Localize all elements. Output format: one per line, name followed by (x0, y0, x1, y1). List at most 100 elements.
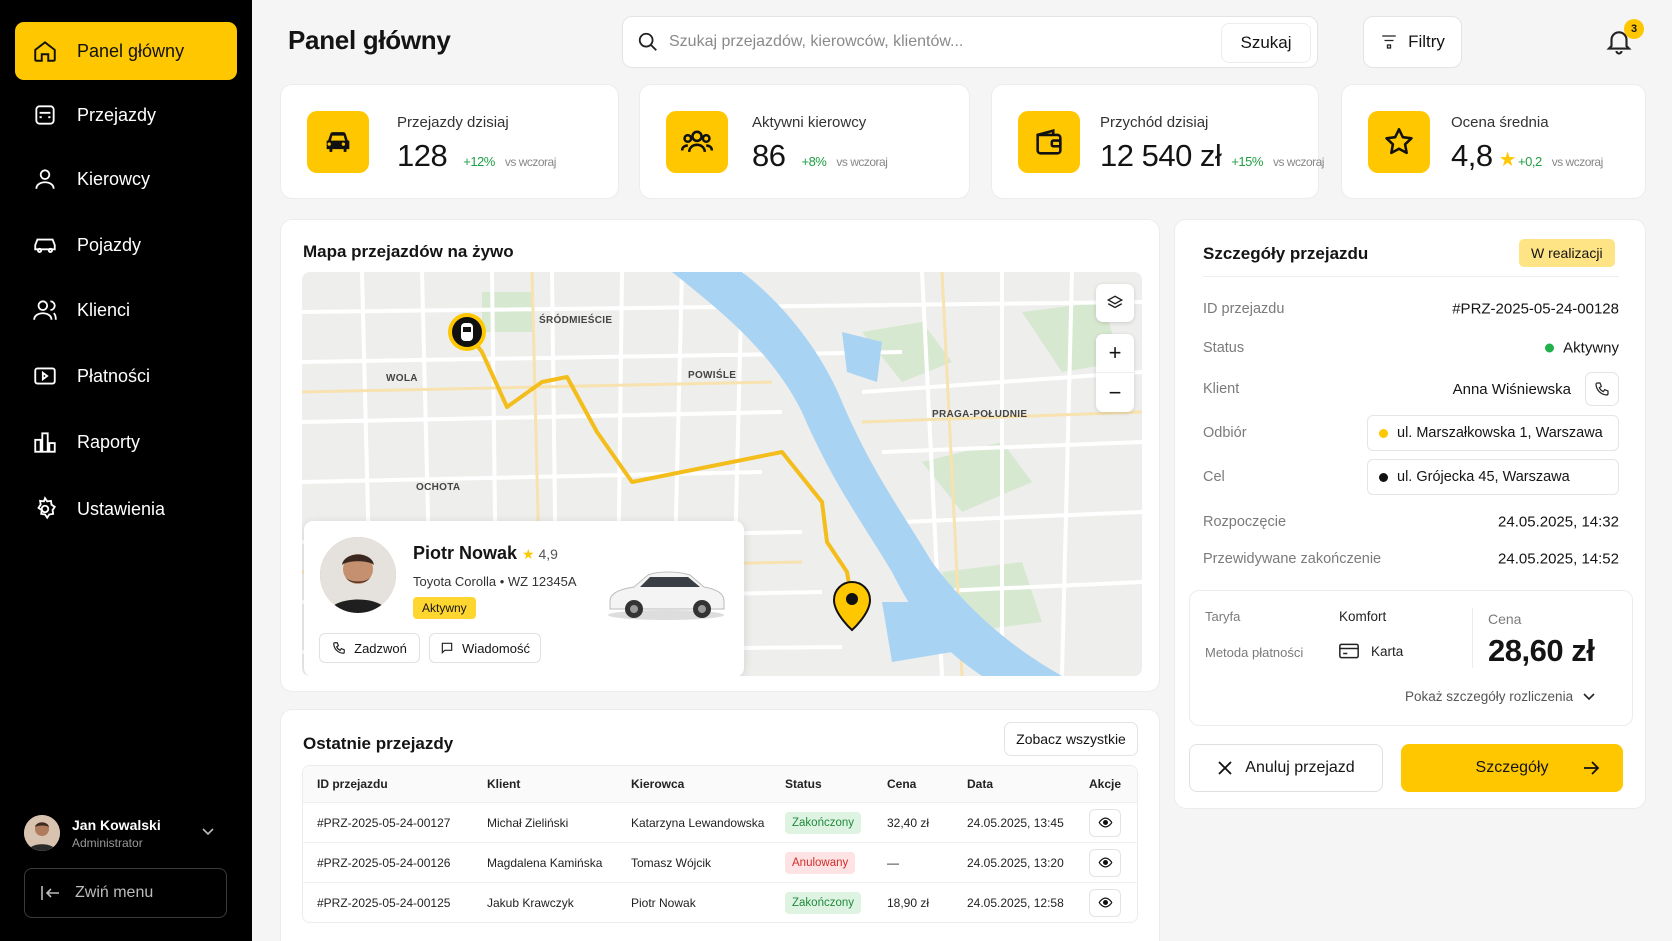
message-label: Wiadomość (462, 640, 530, 656)
cancel-ride-button[interactable]: Anuluj przejazd (1189, 744, 1383, 792)
car-image (608, 571, 725, 620)
phone-icon (1595, 382, 1609, 396)
sidebar-item-reports[interactable]: Raporty (15, 413, 237, 471)
pickup-dot (1379, 428, 1388, 438)
status-dot (1545, 343, 1555, 353)
status-badge: W realizacji (1519, 239, 1615, 267)
view-ride-button[interactable] (1089, 848, 1121, 877)
detail-label: Status (1203, 340, 1245, 356)
search-button[interactable]: Szukaj (1221, 23, 1311, 63)
pickup-address: ul. Marszałkowska 1, Warszawa (1367, 415, 1619, 451)
see-all-button[interactable]: Zobacz wszystkie (1004, 722, 1138, 756)
search-input[interactable] (669, 33, 1209, 51)
ride-id: #PRZ-2025-05-24-00126 (317, 855, 451, 870)
sidebar-item-payments[interactable]: Płatności (15, 347, 237, 405)
col-header: Kierowca (631, 777, 685, 791)
sidebar-item-clients[interactable]: Klienci (15, 281, 237, 339)
map-zoom-controls: + − (1096, 334, 1134, 412)
clients-icon (31, 296, 59, 324)
cancel-label: Anuluj przejazd (1245, 759, 1355, 776)
payments-icon (31, 362, 59, 390)
driver-name: Piotr Nowak (413, 543, 518, 563)
kpi-card-revenue: Przychód dzisiaj 12 540 zł +15% vs wczor… (991, 84, 1324, 199)
message-driver-button[interactable]: Wiadomość (429, 633, 541, 663)
payment-value: Karta (1339, 643, 1403, 659)
filters-label: Filtry (1408, 32, 1445, 51)
sidebar-item-settings[interactable]: Ustawienia (15, 480, 237, 538)
client-name: Anna Wiśniewska (1452, 380, 1571, 398)
sidebar: Panel główny Przejazdy Kierowcy Pojazdy … (0, 0, 252, 941)
kpi-delta: +15% (1231, 154, 1263, 169)
details-label: Szczegóły (1475, 759, 1549, 776)
kpi-value-row: 86 +8% vs wczoraj (752, 138, 888, 174)
map-title: Mapa przejazdów na żywo (303, 242, 514, 261)
sidebar-item-rides[interactable]: Przejazdy (15, 86, 237, 144)
layers-icon (1106, 295, 1124, 309)
detail-label: Cel (1203, 469, 1225, 485)
driver-car: Toyota Corolla • WZ 12345A (413, 574, 577, 589)
detail-row-destination: Cel ul. Grójecka 45, Warszawa (1203, 459, 1619, 495)
table-header: ID przejazdu Klient Kierowca Status Cena… (303, 766, 1137, 802)
details-button[interactable]: Szczegóły (1401, 744, 1623, 792)
card-icon (1339, 643, 1359, 659)
kpi-value-row: 128 +12% vs wczoraj (397, 138, 556, 174)
price-value: 28,60 zł (1488, 633, 1595, 668)
tariff-label: Taryfa (1205, 609, 1241, 624)
zoom-in-button[interactable]: + (1096, 334, 1134, 373)
kpi-value: 86 (752, 138, 786, 173)
detail-value: 24.05.2025, 14:32 (1498, 513, 1619, 531)
user-name: Jan Kowalski (72, 816, 161, 833)
ride-client: Michał Zieliński (487, 815, 569, 830)
detail-label: ID przejazdu (1203, 301, 1285, 317)
detail-label: Odbiór (1203, 425, 1247, 441)
sidebar-item-label: Panel główny (77, 40, 185, 61)
table-row[interactable]: #PRZ-2025-05-24-00126 Magdalena Kamińska… (303, 842, 1137, 882)
notifications-badge: 3 (1624, 19, 1644, 39)
avatar (24, 815, 60, 851)
ride-client: Magdalena Kamińska (487, 855, 603, 870)
view-ride-button[interactable] (1089, 808, 1121, 837)
detail-row-start: Rozpoczęcie 24.05.2025, 14:32 (1203, 504, 1619, 540)
arrow-right-icon (1584, 761, 1600, 775)
sidebar-item-label: Raporty (77, 431, 141, 452)
price-label: Cena (1488, 611, 1522, 627)
call-driver-button[interactable]: Zadzwoń (319, 633, 420, 663)
detail-row-status: Status Aktywny (1203, 330, 1619, 366)
call-client-button[interactable] (1585, 372, 1619, 406)
table-row[interactable]: #PRZ-2025-05-24-00125 Jakub Krawczyk Pio… (303, 882, 1137, 922)
view-ride-button[interactable] (1089, 888, 1121, 917)
zoom-out-button[interactable]: − (1096, 373, 1134, 412)
tariff-value: Komfort (1339, 609, 1387, 624)
kpi-value: 4,8 (1451, 138, 1493, 173)
driver-status-badge: Aktywny (413, 597, 476, 619)
details-title: Szczegóły przejazdu (1203, 244, 1369, 263)
driver-card: Piotr Nowak ★ 4,9 Toyota Corolla • WZ 12… (304, 521, 744, 676)
live-map[interactable]: ŚRÓDMIEŚCIE WOLA POWIŚLE PRAGA-POŁUDNIE … (302, 272, 1142, 676)
detail-label: Klient (1203, 381, 1240, 397)
show-breakdown-link[interactable]: Pokaż szczegóły rozliczenia (1405, 689, 1595, 704)
rides-table: ID przejazdu Klient Kierowca Status Cena… (302, 765, 1138, 923)
col-header: Akcje (1089, 777, 1122, 791)
star-icon (1368, 111, 1430, 173)
gear-icon (31, 495, 59, 523)
collapse-menu-button[interactable]: Zwiń menu (24, 868, 227, 918)
detail-label: Rozpoczęcie (1203, 514, 1287, 530)
recent-rides-card: Ostatnie przejazdy Zobacz wszystkie ID p… (280, 709, 1160, 941)
kpi-vs: vs wczoraj (836, 155, 888, 169)
map-layers-button[interactable] (1096, 284, 1134, 322)
car-icon (31, 101, 59, 129)
table-row[interactable]: #PRZ-2025-05-24-00127 Michał Zieliński K… (303, 802, 1137, 842)
users-icon (31, 165, 59, 193)
sidebar-item-drivers[interactable]: Kierowcy (15, 150, 237, 208)
payment-text: Karta (1371, 643, 1404, 659)
pickup-text: ul. Marszałkowska 1, Warszawa (1397, 425, 1603, 441)
sidebar-item-vehicles[interactable]: Pojazdy (15, 216, 237, 274)
ride-id: #PRZ-2025-05-24-00125 (317, 895, 451, 910)
kpi-value: 128 (397, 138, 448, 173)
filters-button[interactable]: Filtry (1363, 16, 1462, 68)
kpi-card-drivers: Aktywni kierowcy 86 +8% vs wczoraj (639, 84, 970, 199)
ride-price: 18,90 zł (887, 895, 930, 910)
col-header: Status (785, 777, 822, 791)
user-menu[interactable]: Jan Kowalski Administrator (24, 813, 214, 853)
sidebar-item-dashboard[interactable]: Panel główny (15, 22, 237, 80)
